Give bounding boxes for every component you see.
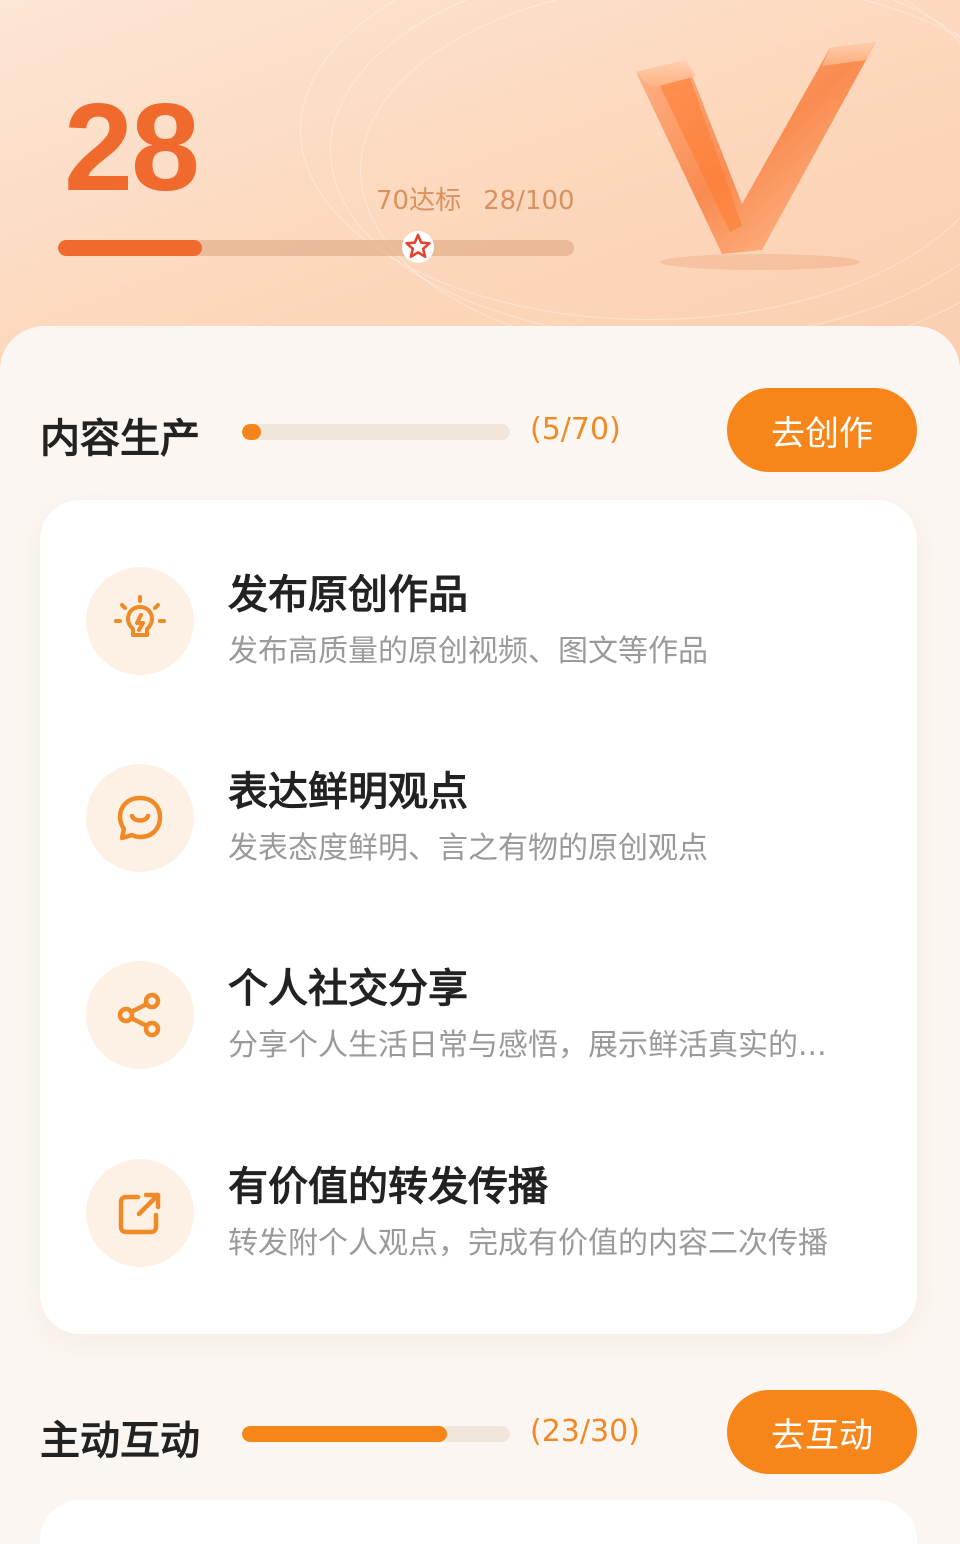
section-active-interaction: 主动互动 (23/30) 去互动	[0, 1390, 960, 1480]
target-star-icon	[402, 231, 434, 263]
v-logo-icon	[636, 42, 876, 270]
task-desc: 分享个人生活日常与感悟，展示鲜活真实的...	[228, 1028, 827, 1063]
icon-circle	[86, 1159, 194, 1267]
task-desc: 发布高质量的原创视频、图文等作品	[228, 634, 708, 669]
section-progress-bar	[242, 424, 510, 440]
task-title: 有价值的转发传播	[228, 1164, 548, 1210]
task-item-forward[interactable]: 有价值的转发传播 转发附个人观点，完成有价值的内容二次传播	[40, 1134, 917, 1274]
task-title: 发布原创作品	[228, 572, 468, 618]
score-progress-bar	[58, 240, 574, 256]
icon-circle	[86, 764, 194, 872]
task-card-partial	[40, 1500, 917, 1544]
task-item-social-share[interactable]: 个人社交分享 分享个人生活日常与感悟，展示鲜活真实的...	[40, 936, 917, 1076]
target-label: 70达标	[376, 186, 462, 216]
forward-icon	[118, 1192, 161, 1235]
task-item-original-work[interactable]: 发布原创作品 发布高质量的原创视频、图文等作品	[40, 542, 917, 682]
share-icon	[117, 992, 161, 1038]
hero-banner: 28 70达标 28/100	[0, 0, 960, 380]
chat-smile-icon	[117, 795, 163, 841]
task-item-clear-opinion[interactable]: 表达鲜明观点 发表态度鲜明、言之有物的原创观点	[40, 739, 917, 879]
task-card: 发布原创作品 发布高质量的原创视频、图文等作品 表达鲜明观点 发表态度鲜明、言之…	[40, 500, 917, 1334]
icon-circle	[86, 961, 194, 1069]
section-progress-bar	[242, 1426, 510, 1442]
icon-circle	[86, 567, 194, 675]
section-count: (23/30)	[530, 1414, 640, 1449]
task-desc: 发表态度鲜明、言之有物的原创观点	[228, 831, 708, 866]
interact-button[interactable]: 去互动	[727, 1390, 917, 1474]
task-title: 个人社交分享	[228, 966, 468, 1012]
lightbulb-icon	[114, 595, 166, 637]
score-progress-fill	[58, 240, 203, 256]
task-title: 表达鲜明观点	[228, 769, 468, 815]
section-content-production: 内容生产 (5/70) 去创作	[0, 388, 960, 478]
create-button[interactable]: 去创作	[727, 388, 917, 472]
task-desc: 转发附个人观点，完成有价值的内容二次传播	[228, 1226, 828, 1261]
section-title: 主动互动	[40, 1418, 200, 1464]
section-title: 内容生产	[40, 416, 200, 462]
progress-label: 28/100	[483, 186, 575, 216]
target-info: 70达标 28/100	[376, 180, 575, 217]
score-value: 28	[64, 79, 200, 217]
section-progress-fill	[242, 424, 262, 440]
section-progress-fill	[242, 1426, 448, 1442]
section-count: (5/70)	[530, 412, 621, 447]
